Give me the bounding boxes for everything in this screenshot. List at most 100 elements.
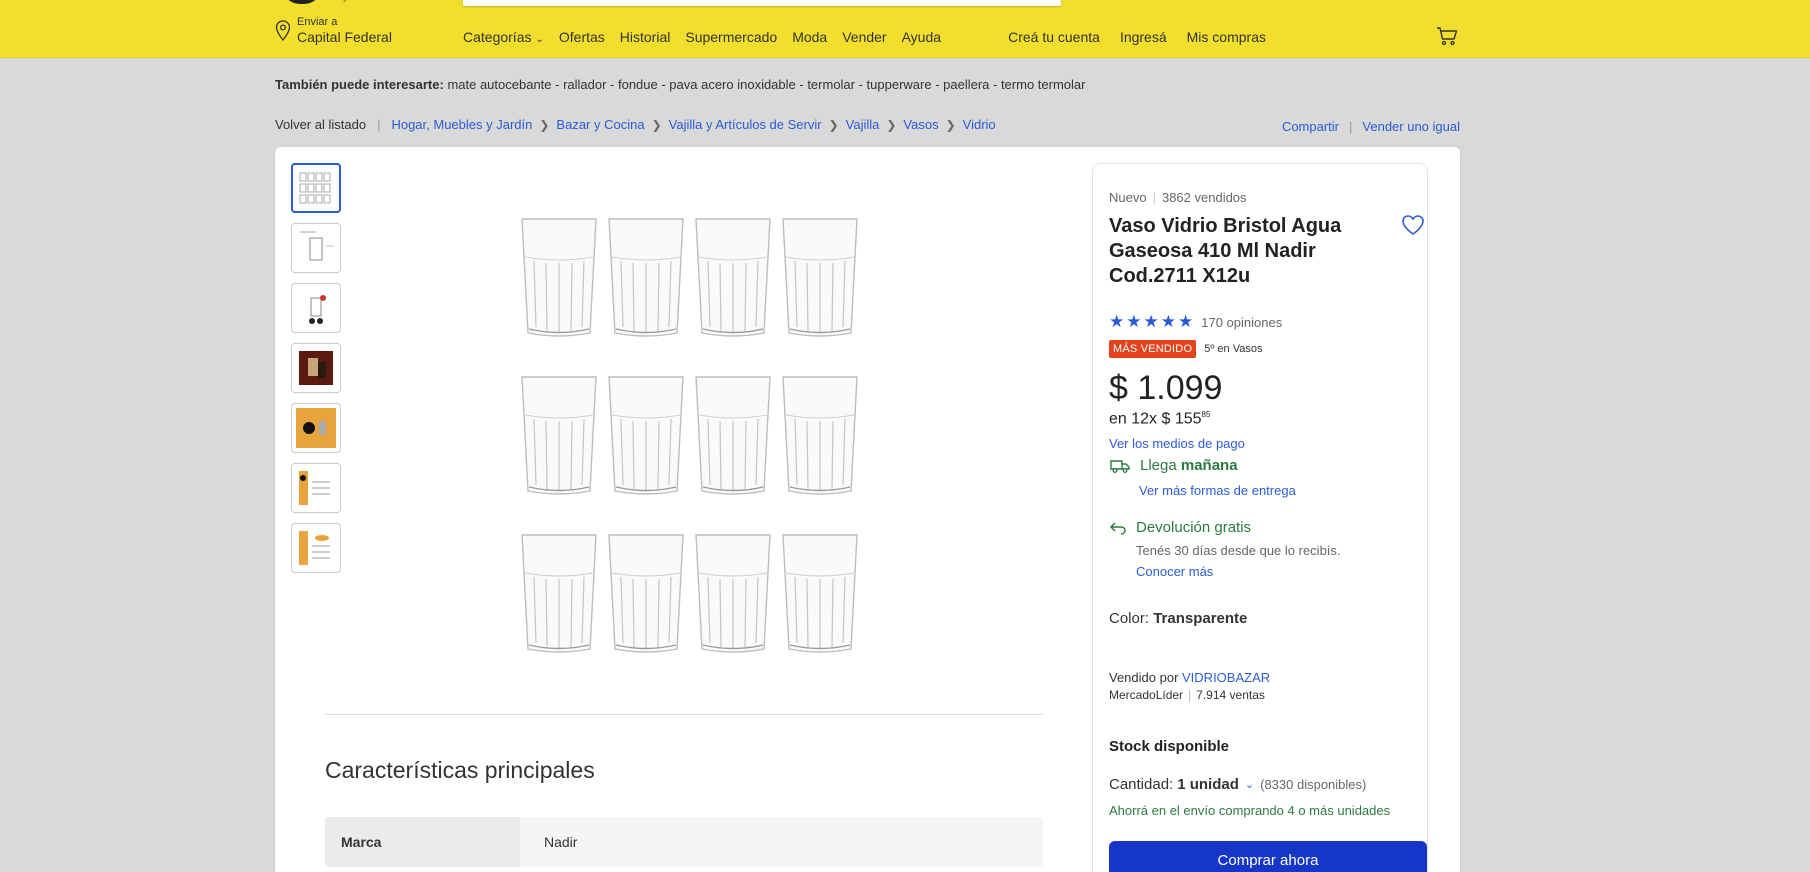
installments-text: en 12x $ 155 [1109,410,1202,428]
glass-image [781,533,859,660]
shipping-line: Llega mañana [1109,457,1238,474]
chevron-down-icon: ⌄ [535,34,544,45]
thumbnail-3[interactable] [291,283,341,333]
installments: en 12x $ 15585 [1109,410,1210,428]
bestseller-row: MÁS VENDIDO 5º en Vasos [1109,340,1262,358]
nav-ofertas[interactable]: Ofertas [559,29,605,45]
nav-vender[interactable]: Vender [842,29,886,45]
features-table: Marca Nadir [325,817,1043,867]
chevron-down-icon: ⌄ [1244,779,1255,791]
seller-line: Vendido por VIDRIOBAZAR [1109,670,1270,685]
seller-sales: 7.914 ventas [1196,688,1265,702]
nav-categorias[interactable]: Categorías ⌄ [463,29,544,45]
quantity-selector[interactable]: Cantidad: 1 unidad ⌄ (8330 disponibles) [1109,776,1366,793]
chevron-right-icon: ❯ [539,117,550,132]
login-link[interactable]: Ingresá [1120,29,1167,45]
my-purchases-link[interactable]: Mis compras [1187,29,1266,45]
location-selector[interactable]: Enviar a Capital Federal [275,16,392,45]
return-subtext: Tenés 30 días desde que lo recibís. [1136,543,1341,558]
location-pin-icon [275,20,291,42]
heart-icon[interactable] [1401,214,1425,241]
share-actions: Compartir | Vender uno igual [1282,119,1460,134]
buy-now-button[interactable]: Comprar ahora [1109,841,1427,872]
chevron-right-icon: ❯ [651,117,662,132]
return-line: Devolución gratis [1109,519,1251,536]
glass-image [781,375,859,502]
breadcrumb-item[interactable]: Vidrio [963,117,996,132]
suggestions-label: También puede interesarte: [275,77,444,92]
thumbnail-1[interactable] [291,163,341,213]
breadcrumb-item[interactable]: Vajilla y Artículos de Servir [669,117,822,132]
sell-similar-link[interactable]: Vender uno igual [1362,119,1460,134]
sold-by-label: Vendido por [1109,670,1183,685]
thumbnail-5[interactable] [291,403,341,453]
glass-image [520,533,598,660]
glass-image [694,217,772,344]
learn-more-link[interactable]: Conocer más [1136,564,1213,579]
separator: | [1188,688,1192,702]
back-to-list-link[interactable]: Volver al listado [275,117,366,132]
payment-methods-link[interactable]: Ver los medios de pago [1109,436,1245,451]
glass-row [520,375,860,502]
breadcrumb-item[interactable]: Hogar, Muebles y Jardín [391,117,532,132]
cart-icon[interactable] [1436,26,1458,51]
thumbnail-7[interactable] [291,523,341,573]
breadcrumb-item[interactable]: Bazar y Cocina [556,117,644,132]
seller-link[interactable]: VIDRIOBAZAR [1182,670,1270,685]
bestseller-badge: MÁS VENDIDO [1109,340,1197,358]
thumbnail-6[interactable] [291,463,341,513]
more-shipping-link[interactable]: Ver más formas de entrega [1139,483,1296,498]
main-nav: Categorías ⌄ Ofertas Historial Supermerca… [463,29,941,45]
category-rank[interactable]: 5º en Vasos [1204,343,1262,355]
color-label: Color: [1109,610,1154,627]
rating[interactable]: ★ ★ ★ ★ ★ 170 opiniones [1109,312,1282,331]
glass-row [520,533,860,660]
return-arrow-icon [1109,521,1126,535]
product-title: Vaso Vidrio Bristol Agua Gaseosa 410 Ml … [1109,215,1342,287]
location-value: Capital Federal [297,29,392,45]
star-icon: ★ [1109,312,1125,331]
glass-image [520,375,598,502]
truck-icon [1110,459,1130,473]
nav-moda[interactable]: Moda [792,29,827,45]
installments-cents: 85 [1201,410,1211,419]
create-account-link[interactable]: Creá tu cuenta [1008,29,1100,45]
star-icon: ★ [1143,312,1159,331]
stock-label: Stock disponible [1109,738,1230,755]
logo[interactable] [282,0,322,4]
chevron-right-icon: ❯ [828,117,839,132]
nav-supermercado[interactable]: Supermercado [685,29,777,45]
breadcrumb-item[interactable]: Vajilla [846,117,880,132]
star-icon: ★ [1178,312,1194,331]
nav-historial[interactable]: Historial [620,29,671,45]
logo-subtext: hoy [332,0,348,3]
breadcrumb-separator: | [377,117,381,132]
return-title: Devolución gratis [1136,519,1252,536]
star-icon: ★ [1126,312,1142,331]
chevron-right-icon: ❯ [886,117,897,132]
shipping-savings-note: Ahorrá en el envío comprando 4 o más uni… [1109,803,1391,818]
account-nav: Creá tu cuenta Ingresá Mis compras [1008,29,1266,45]
glass-image [607,217,685,344]
breadcrumb-item[interactable]: Vasos [903,117,938,132]
nav-ayuda[interactable]: Ayuda [902,29,941,45]
glass-image [607,533,685,660]
nav-label: Categorías [463,29,532,45]
glass-row [520,217,860,344]
seller-tier: MercadoLíder [1109,688,1184,702]
shipping-day: mañana [1180,457,1238,474]
quantity-available: (8330 disponibles) [1260,777,1367,792]
glass-image [694,375,772,502]
share-link[interactable]: Compartir [1282,119,1339,134]
search-input[interactable] [463,0,1061,6]
main-product-image[interactable] [520,217,860,691]
section-divider [325,714,1043,715]
thumbnail-4[interactable] [291,343,341,393]
thumbnail-list [291,163,341,573]
location-label: Enviar a [297,16,338,28]
suggestions-links[interactable]: mate autocebante - rallador - fondue - p… [447,77,1085,92]
glass-image [520,217,598,344]
thumbnail-2[interactable] [291,223,341,273]
seller-reputation: MercadoLíder | 7.914 ventas [1109,688,1265,702]
feature-key: Marca [325,817,520,867]
